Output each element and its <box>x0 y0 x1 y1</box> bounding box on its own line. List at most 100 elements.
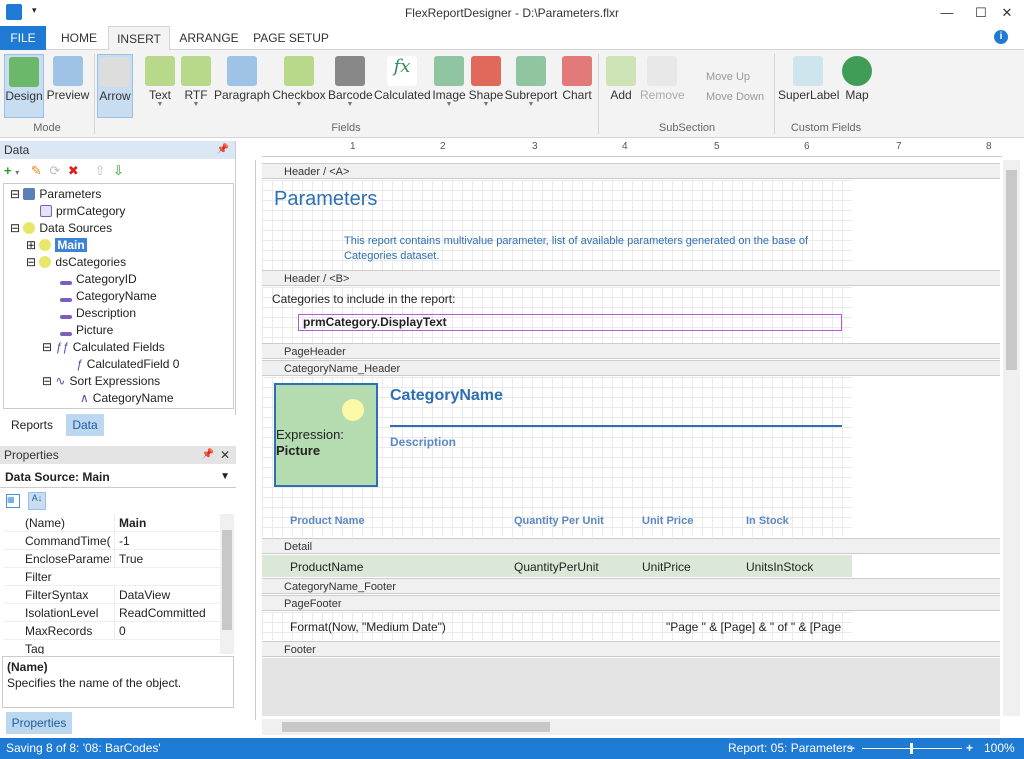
tab-file[interactable]: FILE <box>0 26 46 50</box>
tree-item[interactable]: ∧ CategoryName <box>80 390 174 406</box>
column-header[interactable]: Product Name <box>290 515 365 527</box>
section-header-b[interactable]: Header / <B> <box>262 270 1000 286</box>
property-row[interactable]: (Name) Main <box>4 514 220 532</box>
section-footer[interactable]: Footer <box>262 641 1000 657</box>
zoom-in-button[interactable]: + <box>966 738 973 759</box>
calculated-button[interactable]: fx Calculated <box>374 54 431 118</box>
properties-scrollbar[interactable] <box>220 514 234 654</box>
section-header-a[interactable]: Header / <A> <box>262 163 1000 179</box>
tree-item[interactable]: ⊟ ƒƒ Calculated Fields <box>42 339 165 355</box>
section-categoryname-footer[interactable]: CategoryName_Footer <box>262 578 1000 594</box>
property-row[interactable]: IsolationLevel ReadCommitted <box>4 604 220 622</box>
categories-label[interactable]: Categories to include in the report: <box>272 292 455 306</box>
preview-button[interactable]: Preview <box>46 54 90 118</box>
info-icon[interactable]: i <box>994 30 1008 44</box>
checkbox-button[interactable]: Checkbox ▼ <box>272 54 326 118</box>
section-body: Categories to include in the report: prm… <box>262 287 852 343</box>
pin-icon[interactable]: 📌 <box>202 446 214 464</box>
chevron-down-icon[interactable]: ▾ <box>15 168 19 177</box>
property-row[interactable]: Filter <box>4 568 220 586</box>
vertical-scrollbar[interactable] <box>1003 160 1020 716</box>
property-row[interactable]: EncloseParamete True <box>4 550 220 568</box>
zoom-out-button[interactable]: − <box>848 738 855 759</box>
move-down-icon[interactable]: ⇩ <box>113 163 124 178</box>
detail-field[interactable]: UnitPrice <box>642 560 691 574</box>
description-field[interactable]: Description <box>390 435 456 449</box>
tree-item[interactable]: Description <box>60 305 136 321</box>
column-header[interactable]: Quantity Per Unit <box>514 515 604 527</box>
group-custom-label: Custom Fields <box>790 122 862 134</box>
close-button[interactable]: ✕ <box>990 2 1024 24</box>
move-up-icon[interactable]: ⇧ <box>94 163 105 178</box>
horizontal-scrollbar[interactable] <box>262 719 1000 735</box>
tab-insert[interactable]: INSERT <box>108 26 170 50</box>
data-toolbar: + ▾ ✎ ⟳ ✖ ⇧ ⇩ <box>4 163 124 179</box>
add-icon[interactable]: + <box>4 163 12 178</box>
design-button[interactable]: Design <box>4 54 44 118</box>
tree-item[interactable]: ⊟ Data Sources <box>10 220 112 236</box>
zoom-slider[interactable] <box>862 743 962 754</box>
move-up-button[interactable]: Move Up <box>706 68 750 86</box>
remove-subsection-button[interactable]: Remove <box>640 54 685 118</box>
section-page-footer[interactable]: PageFooter <box>262 595 1000 611</box>
fx-icon: ƒ <box>76 357 83 371</box>
tree-item[interactable]: ⊟ dsCategories <box>26 254 126 270</box>
category-name-field[interactable]: CategoryName <box>390 387 503 405</box>
column-header[interactable]: Unit Price <box>642 515 693 527</box>
tree-item[interactable]: ⊞ Main <box>26 237 87 253</box>
picture-field[interactable]: Expression: Picture <box>274 383 378 487</box>
tab-page-setup[interactable]: PAGE SETUP <box>248 26 334 50</box>
tree-item[interactable]: ⊟ ∿ Sort Expressions <box>42 373 160 389</box>
tab-reports[interactable]: Reports <box>2 414 62 436</box>
barcode-button[interactable]: Barcode ▼ <box>328 54 373 118</box>
add-subsection-button[interactable]: Add <box>604 54 638 118</box>
property-row[interactable]: MaxRecords 0 <box>4 622 220 640</box>
tree-item[interactable]: CategoryID <box>60 271 137 287</box>
tree-item[interactable]: ƒ CalculatedField 0 <box>76 356 179 372</box>
edit-icon[interactable]: ✎ <box>31 163 42 178</box>
intro-text[interactable]: This report contains multivalue paramete… <box>344 234 844 264</box>
detail-field[interactable]: UnitsInStock <box>746 560 813 574</box>
object-selector[interactable]: Data Source: Main ▼ <box>0 466 236 488</box>
param-expression[interactable]: prmCategory.DisplayText <box>298 314 842 331</box>
superlabel-button[interactable]: SuperLabel <box>778 54 839 118</box>
rtf-button[interactable]: RTF ▼ <box>180 54 212 118</box>
date-expression[interactable]: Format(Now, "Medium Date") <box>290 620 446 634</box>
property-row[interactable]: Tag <box>4 640 220 654</box>
map-button[interactable]: Map <box>842 54 872 118</box>
tab-data[interactable]: Data <box>66 414 104 436</box>
tree-item[interactable]: ⊟ Parameters <box>10 186 101 202</box>
move-down-button[interactable]: Move Down <box>706 88 764 106</box>
categorized-icon[interactable]: ▦ <box>6 494 20 508</box>
horizontal-ruler: 1 2 3 4 5 6 7 8 <box>262 141 1002 157</box>
subreport-button[interactable]: Subreport ▼ <box>504 54 558 118</box>
tab-arrange[interactable]: ARRANGE <box>174 26 244 50</box>
property-row[interactable]: FilterSyntax DataView <box>4 586 220 604</box>
delete-icon[interactable]: ✖ <box>68 163 79 178</box>
close-icon[interactable]: ✕ <box>220 446 230 464</box>
pin-icon[interactable]: 📌 <box>217 141 229 159</box>
chart-button[interactable]: Chart <box>560 54 594 118</box>
section-categoryname-header[interactable]: CategoryName_Header <box>262 360 1000 376</box>
page-expression[interactable]: "Page " & [Page] & " of " & [Page <box>666 620 841 634</box>
tab-home[interactable]: HOME <box>52 26 106 50</box>
refresh-icon[interactable]: ⟳ <box>49 163 60 178</box>
sort-alpha-icon[interactable]: A↓ <box>28 492 46 510</box>
tab-properties[interactable]: Properties <box>6 712 72 734</box>
tree-item[interactable]: prmCategory <box>40 203 125 219</box>
section-page-header[interactable]: PageHeader <box>262 343 1000 359</box>
tree-item[interactable]: Picture <box>60 322 113 338</box>
report-title[interactable]: Parameters <box>274 188 377 211</box>
detail-field[interactable]: ProductName <box>290 560 363 574</box>
property-row[interactable]: CommandTime(-1 <box>4 532 220 550</box>
text-button[interactable]: Text ▼ <box>142 54 178 118</box>
section-detail[interactable]: Detail <box>262 538 1000 554</box>
tree-item[interactable]: CategoryName <box>60 288 157 304</box>
detail-field[interactable]: QuantityPerUnit <box>514 560 599 574</box>
shape-button[interactable]: Shape ▼ <box>468 54 504 118</box>
minimize-button[interactable]: — <box>930 2 964 24</box>
paragraph-button[interactable]: Paragraph <box>214 54 270 118</box>
arrow-button[interactable]: Arrow <box>97 54 133 118</box>
column-header[interactable]: In Stock <box>746 515 789 527</box>
image-button[interactable]: Image ▼ <box>432 54 466 118</box>
